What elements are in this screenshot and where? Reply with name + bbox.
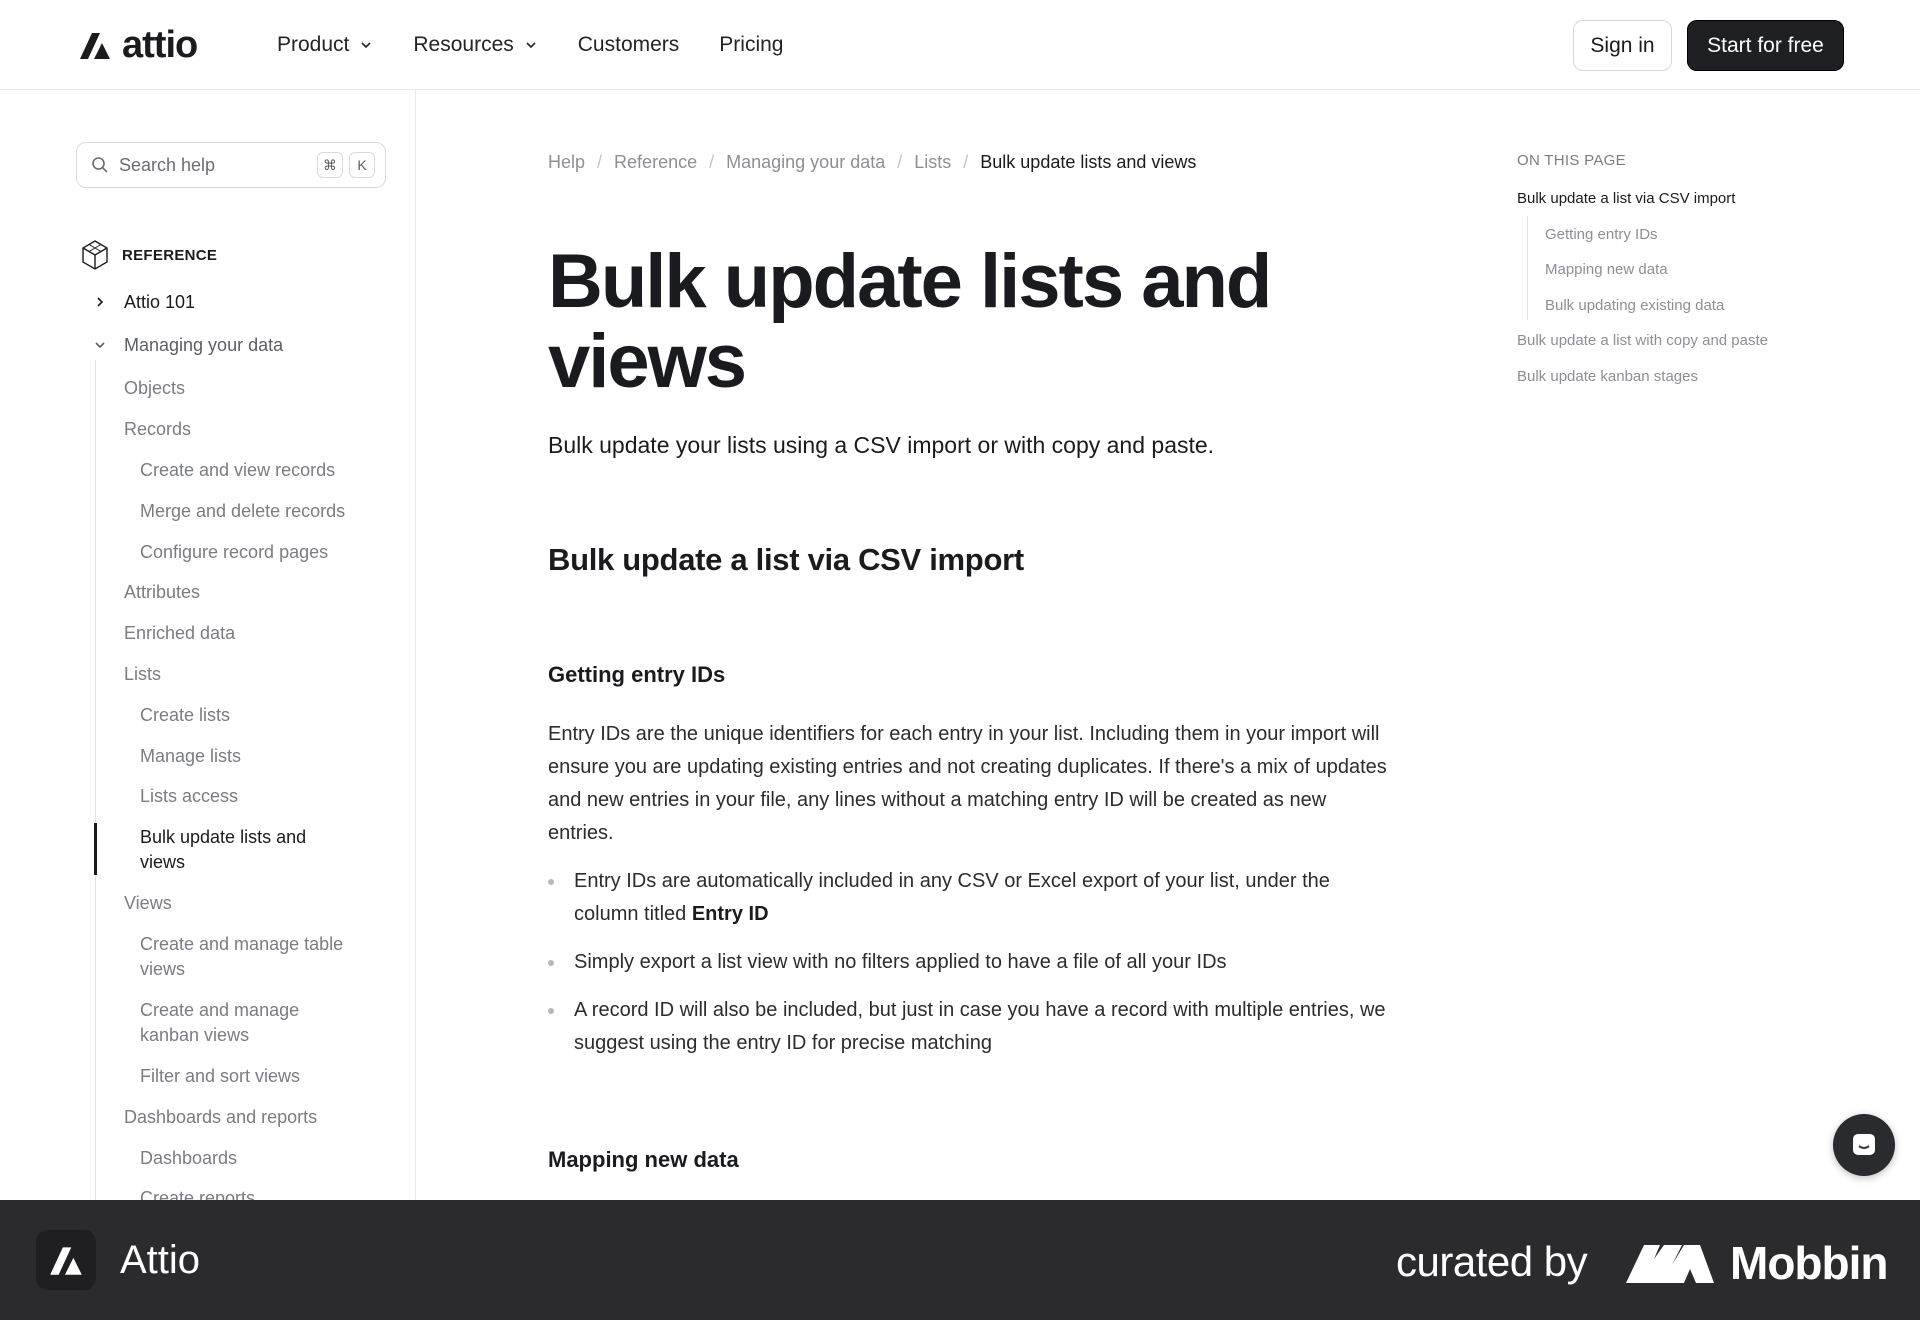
- breadcrumb: Help / Reference / Managing your data / …: [548, 152, 1196, 173]
- sidebar-item-enriched-data[interactable]: Enriched data: [124, 621, 235, 646]
- sidebar-item-create-and-view-records[interactable]: Create and view records: [140, 458, 335, 483]
- search-help-input[interactable]: Search help ⌘ K: [76, 142, 386, 188]
- attio-logo-icon: [50, 1247, 82, 1275]
- nav-customers[interactable]: Customers: [578, 33, 680, 57]
- toc-item-getting-entry-ids[interactable]: Getting entry IDs: [1545, 226, 1658, 243]
- list-item: A record ID will also be included, but j…: [548, 994, 1393, 1060]
- breadcrumb-separator: /: [709, 152, 715, 172]
- toc-guide-line: [1527, 216, 1528, 320]
- breadcrumb-lists[interactable]: Lists: [914, 152, 951, 173]
- start-for-free-button[interactable]: Start for free: [1687, 20, 1844, 71]
- nav-resources-label: Resources: [413, 33, 514, 56]
- toc-item-mapping-new-data[interactable]: Mapping new data: [1545, 261, 1668, 278]
- chevron-down-icon: [95, 342, 105, 349]
- search-icon: [92, 157, 108, 173]
- active-item-indicator: [94, 823, 97, 875]
- search-placeholder: Search help: [119, 154, 216, 175]
- entry-ids-bullet-list: Entry IDs are automatically included in …: [548, 865, 1393, 1075]
- list-item: Entry IDs are automatically included in …: [548, 865, 1393, 931]
- nav-product[interactable]: Product: [277, 33, 373, 57]
- sidebar-item-configure-record-pages[interactable]: Configure record pages: [140, 540, 328, 565]
- page-title: Bulk update lists and views: [548, 239, 1272, 404]
- sidebar-item-create-reports[interactable]: Create reports: [140, 1186, 255, 1200]
- sidebar-item-views[interactable]: Views: [124, 891, 172, 916]
- on-this-page-heading: ON THIS PAGE: [1517, 152, 1626, 169]
- footer-app-name: Attio: [120, 1238, 201, 1282]
- curated-footer-bar: Attio curated by Mobbin: [0, 1200, 1920, 1320]
- subheading-mapping-new-data: Mapping new data: [548, 1147, 739, 1172]
- sidebar-item-lists-access[interactable]: Lists access: [140, 784, 238, 809]
- sidebar-item-lists[interactable]: Lists: [124, 662, 161, 687]
- breadcrumb-separator: /: [963, 152, 969, 172]
- nav-customers-label: Customers: [577, 33, 680, 56]
- chat-icon: [1853, 1134, 1875, 1155]
- breadcrumb-managing-your-data[interactable]: Managing your data: [726, 152, 885, 173]
- toc-item-kanban-stages[interactable]: Bulk update kanban stages: [1517, 368, 1698, 385]
- mobbin-logo: Mobbin: [1626, 1236, 1888, 1290]
- bullet-text: Entry IDs are automatically included in …: [574, 870, 1330, 925]
- subheading-getting-entry-ids: Getting entry IDs: [548, 662, 726, 687]
- sidebar-item-merge-and-delete-records[interactable]: Merge and delete records: [140, 499, 345, 524]
- sidebar-item-create-and-manage-kanban-views[interactable]: Create and manage kanban views: [140, 998, 330, 1048]
- cube-icon: [82, 240, 108, 270]
- curated-by-label: curated by: [1396, 1238, 1588, 1285]
- sidebar-item-attio-101[interactable]: Attio 101: [97, 290, 196, 315]
- sidebar-item-bulk-update-lists-and-views[interactable]: Bulk update lists and views: [140, 825, 340, 875]
- bullet-bold-text: Entry ID: [691, 903, 769, 925]
- toc-item-csv-import[interactable]: Bulk update a list via CSV import: [1517, 190, 1735, 207]
- mobbin-logo-icon: [1626, 1245, 1714, 1283]
- chevron-right-icon: [97, 297, 104, 307]
- k-key-hint: K: [349, 152, 375, 178]
- toc-item-copy-and-paste[interactable]: Bulk update a list with copy and paste: [1517, 332, 1768, 349]
- sidebar-item-dashboards-and-reports[interactable]: Dashboards and reports: [124, 1105, 317, 1130]
- sign-in-button[interactable]: Sign in: [1573, 20, 1672, 71]
- nav-product-label: Product: [277, 33, 350, 56]
- attio-app-icon: [36, 1230, 96, 1290]
- sidebar-item-manage-lists[interactable]: Manage lists: [140, 744, 241, 769]
- list-item: Simply export a list view with no filter…: [548, 946, 1393, 979]
- reference-section-header: REFERENCE: [78, 238, 217, 272]
- chevron-down-icon: [361, 42, 371, 49]
- sidebar-item-records[interactable]: Records: [124, 417, 191, 442]
- nav-pricing-label: Pricing: [719, 33, 784, 56]
- help-sidebar: Search help ⌘ K REFERENCE Attio 101 Mana…: [0, 90, 416, 1200]
- sidebar-item-filter-and-sort-views[interactable]: Filter and sort views: [140, 1064, 300, 1089]
- mobbin-brand-name: Mobbin: [1730, 1237, 1888, 1289]
- sidebar-item-dashboards[interactable]: Dashboards: [140, 1146, 237, 1171]
- toc-item-bulk-updating-existing-data[interactable]: Bulk updating existing data: [1545, 297, 1724, 314]
- sidebar-item-label: Managing your data: [124, 335, 284, 355]
- sidebar-item-managing-your-data[interactable]: Managing your data: [95, 333, 284, 358]
- top-navigation: attio Product Resources Customers Pricin…: [0, 0, 1920, 90]
- nav-pricing[interactable]: Pricing: [719, 33, 783, 57]
- attio-logo-icon: [80, 33, 110, 59]
- page-lead: Bulk update your lists using a CSV impor…: [548, 432, 1215, 458]
- section-heading-csv-import: Bulk update a list via CSV import: [548, 542, 1024, 577]
- command-key-hint: ⌘: [317, 152, 343, 178]
- sidebar-item-create-lists[interactable]: Create lists: [140, 703, 230, 728]
- breadcrumb-separator: /: [897, 152, 903, 172]
- tree-guide-line: [95, 360, 96, 1200]
- main-nav: Product Resources Customers Pricing: [277, 0, 784, 90]
- breadcrumb-current: Bulk update lists and views: [980, 152, 1197, 172]
- sidebar-item-attributes[interactable]: Attributes: [124, 580, 200, 605]
- chat-launcher-button[interactable]: [1833, 1114, 1895, 1176]
- attio-logo[interactable]: attio: [76, 24, 198, 66]
- chevron-down-icon: [526, 42, 536, 49]
- entry-ids-paragraph: Entry IDs are the unique identifiers for…: [548, 723, 1387, 844]
- nav-resources[interactable]: Resources: [413, 33, 537, 57]
- breadcrumb-help[interactable]: Help: [548, 152, 585, 173]
- reference-label: REFERENCE: [122, 246, 218, 264]
- brand-name: attio: [122, 24, 198, 66]
- breadcrumb-separator: /: [597, 152, 603, 172]
- sidebar-item-objects[interactable]: Objects: [124, 376, 185, 401]
- breadcrumb-reference[interactable]: Reference: [614, 152, 697, 173]
- sidebar-item-create-and-manage-table-views[interactable]: Create and manage table views: [140, 932, 370, 982]
- sidebar-item-label: Attio 101: [124, 292, 196, 312]
